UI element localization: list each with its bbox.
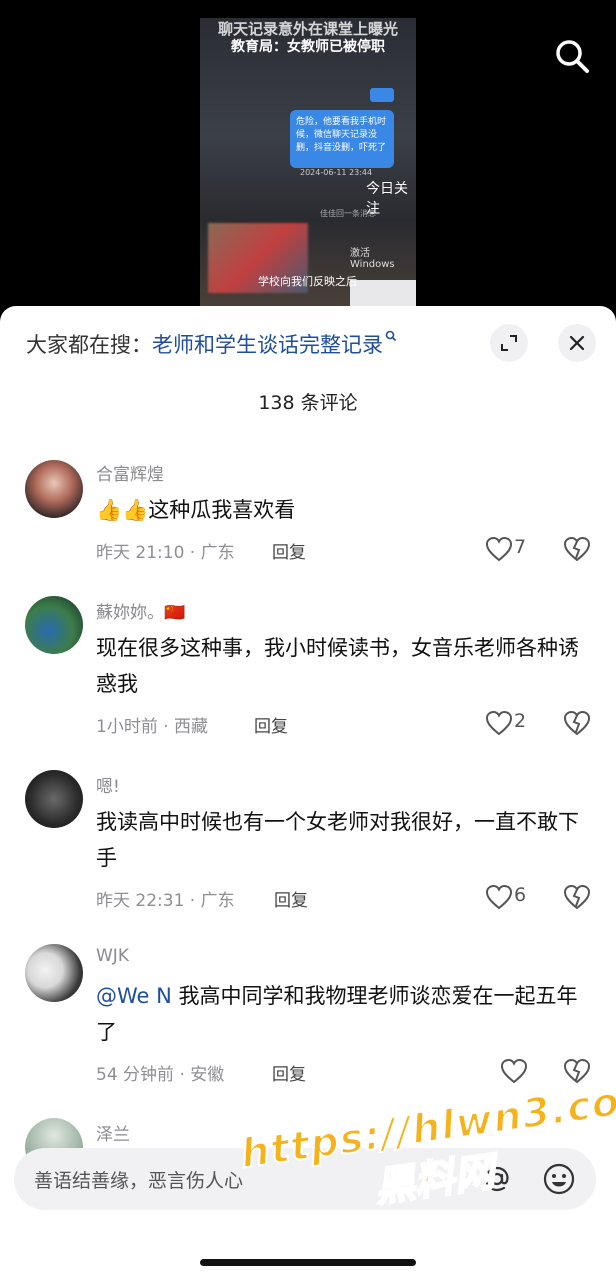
close-icon (569, 335, 585, 351)
like-count: 6 (514, 884, 527, 906)
comment-author[interactable]: 嗯! (96, 772, 120, 797)
windows-watermark: 激活 Windows (350, 248, 395, 270)
avatar[interactable] (25, 770, 83, 828)
comment-author[interactable]: 泽兰 (96, 1120, 130, 1145)
home-indicator[interactable] (200, 1259, 416, 1266)
reply-button[interactable]: 回复 (254, 712, 288, 737)
avatar[interactable] (25, 944, 83, 1002)
dislike-icon[interactable] (563, 710, 591, 736)
video-taskbar (350, 280, 416, 308)
comment-author[interactable]: WJK (96, 946, 129, 966)
like-icon[interactable] (485, 536, 513, 562)
avatar[interactable] (25, 596, 83, 654)
expand-icon (501, 335, 517, 351)
dislike-icon[interactable] (563, 884, 591, 910)
video-caption: 学校向我们反映之后 (258, 275, 357, 288)
comment-text: 👍👍这种瓜我喜欢看 (96, 498, 296, 522)
chat-timestamp: 2024-06-11 23:44 (300, 168, 373, 177)
comment-author[interactable]: 合富辉煌 (96, 460, 164, 485)
comment-item: 蘇妳妳。🇨🇳 现在很多这种事，我小时候读书，女音乐老师各种诱惑我 1小时前 · … (0, 594, 616, 764)
comments-sheet: 大家都在搜： 老师和学生谈话完整记录 138 条评论 合富辉煌 👍👍这种瓜我喜欢… (0, 306, 616, 1279)
video-player[interactable]: 聊天记录意外在课堂上曝光 教育局：女教师已被停职 危险，他要看我手机时候，微信聊… (0, 0, 616, 330)
comment-text: 现在很多这种事，我小时候读书，女音乐老师各种诱惑我 (96, 636, 579, 696)
like-icon[interactable] (485, 884, 513, 910)
comment-meta: 昨天 21:10 · 广东 (96, 543, 235, 563)
comment-text: @We N 我高中同学和我物理老师谈恋爱在一起五年了 (96, 978, 586, 1050)
comment-author[interactable]: 蘇妳妳。🇨🇳 (96, 598, 185, 623)
close-button[interactable] (558, 324, 596, 362)
comment-item: WJK @We N 我高中同学和我物理老师谈恋爱在一起五年了 54 分钟前 · … (0, 942, 616, 1112)
comment-item: 合富辉煌 👍👍这种瓜我喜欢看 昨天 21:10 · 广东 回复 7 (0, 456, 616, 596)
video-headline: 教育局：女教师已被停职 (231, 39, 385, 55)
like-count: 7 (514, 536, 527, 558)
trending-search-term[interactable]: 老师和学生谈话完整记录 (152, 329, 383, 359)
comment-meta: 1小时前 · 西藏 (96, 717, 209, 737)
mention-link[interactable]: @We N (96, 984, 172, 1008)
like-count: 2 (514, 710, 527, 732)
trending-search-prefix: 大家都在搜： (26, 333, 152, 357)
comment-item: 嗯! 我读高中时候也有一个女老师对我很好，一直不敢下手 昨天 22:31 · 广… (0, 768, 616, 938)
avatar[interactable] (25, 460, 83, 518)
dislike-icon[interactable] (563, 536, 591, 562)
comment-count: 138 条评论 (258, 392, 358, 414)
video-small-text: 佳佳回一条消息 (320, 209, 376, 218)
chat-bubble: 危险，他要看我手机时候，微信聊天记录没删，抖音没删，吓死了 (290, 110, 394, 168)
search-button[interactable] (548, 32, 596, 80)
like-icon[interactable] (485, 710, 513, 736)
reply-button[interactable]: 回复 (274, 886, 308, 911)
trending-search[interactable]: 大家都在搜： 老师和学生谈话完整记录 (26, 328, 397, 360)
expand-button[interactable] (490, 324, 528, 362)
dislike-icon[interactable] (563, 1058, 591, 1084)
comment-input-placeholder: 善语结善缘，恶言伤人心 (34, 1170, 244, 1192)
small-search-icon (385, 330, 397, 346)
comment-text: 我读高中时候也有一个女老师对我很好，一直不敢下手 (96, 810, 579, 870)
chat-tag (370, 88, 394, 102)
like-icon[interactable] (500, 1058, 528, 1084)
comment-meta: 54 分钟前 · 安徽 (96, 1065, 225, 1085)
search-icon (556, 40, 589, 73)
reply-button[interactable]: 回复 (272, 1060, 306, 1085)
reply-button[interactable]: 回复 (272, 538, 306, 563)
comment-meta: 昨天 22:31 · 广东 (96, 891, 235, 911)
video-frame: 聊天记录意外在课堂上曝光 教育局：女教师已被停职 危险，他要看我手机时候，微信聊… (200, 18, 416, 308)
